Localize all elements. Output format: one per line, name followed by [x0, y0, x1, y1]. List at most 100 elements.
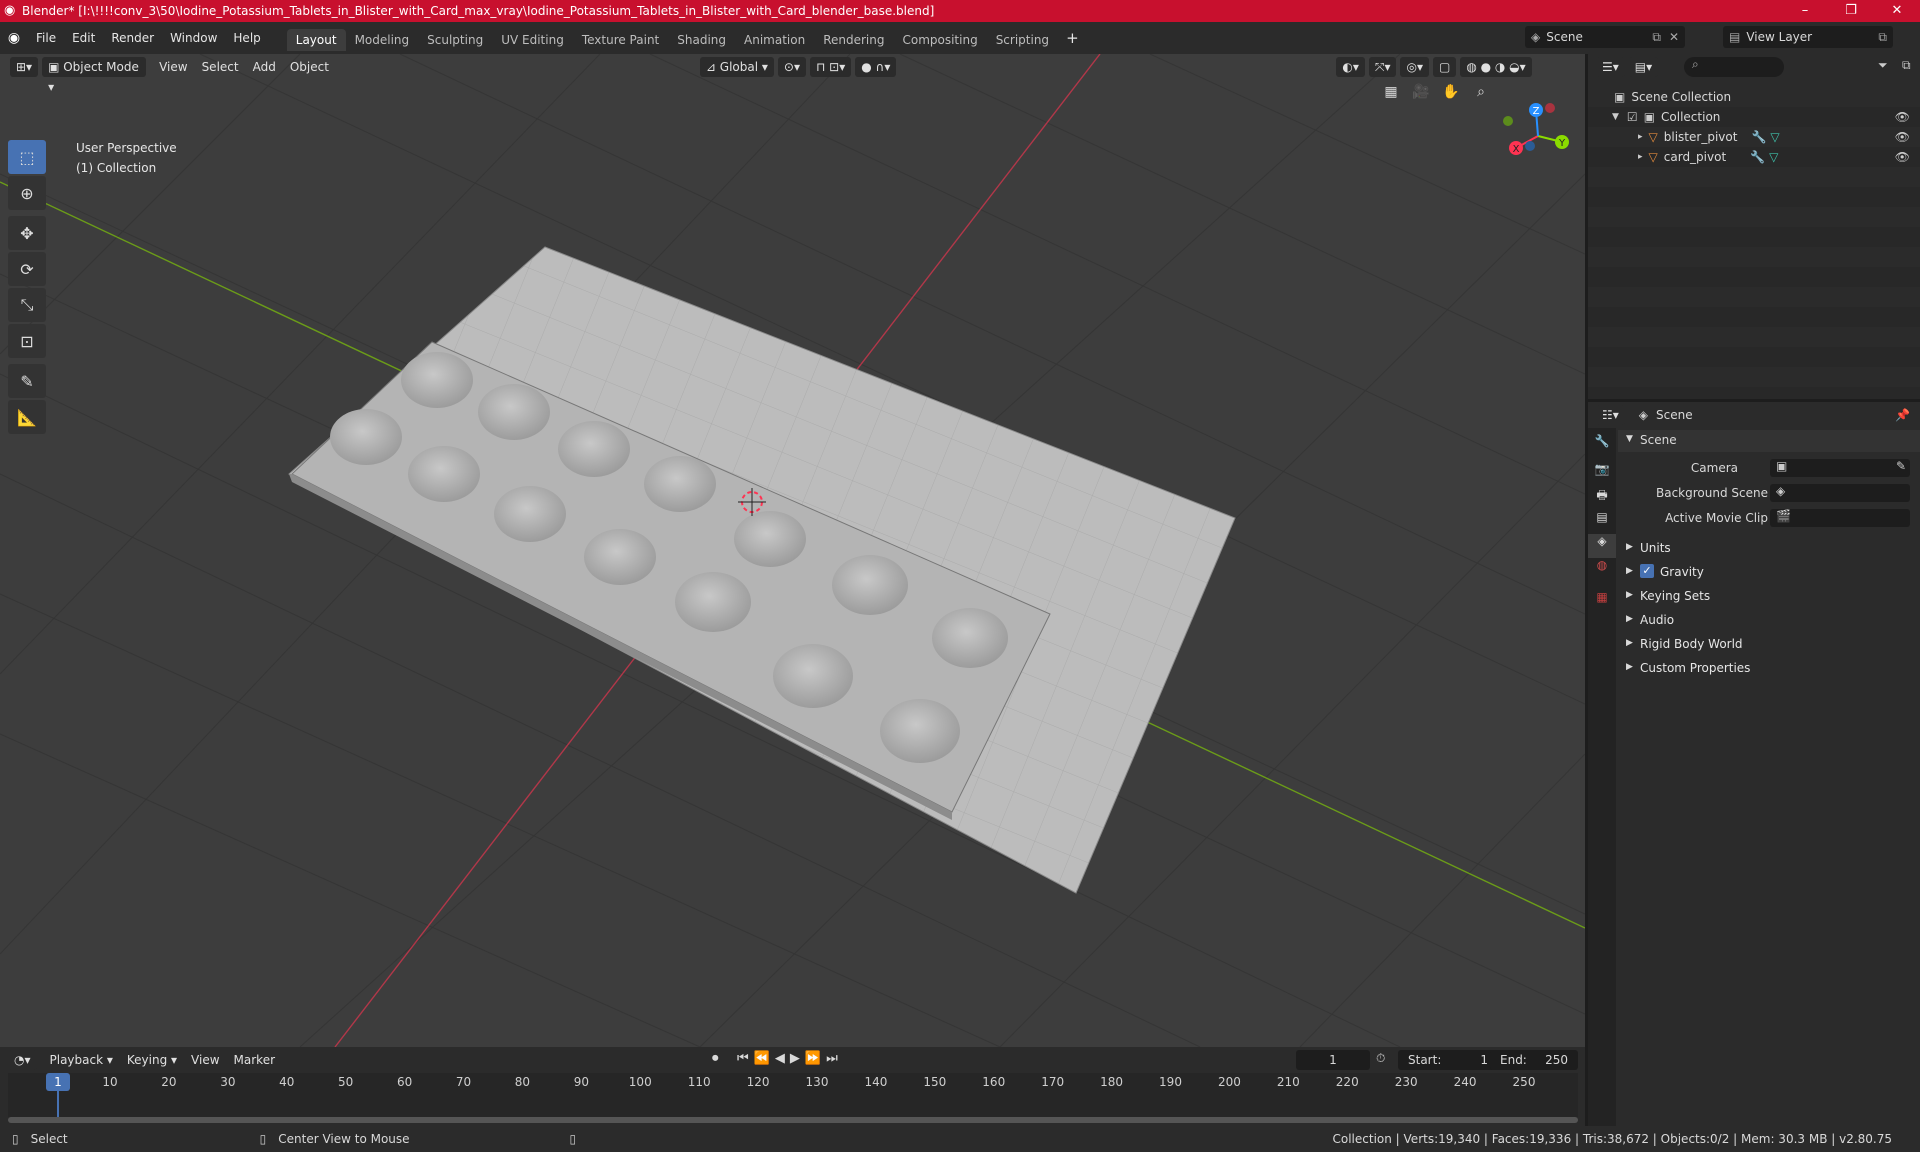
collection-checkbox[interactable]: ☑: [1627, 110, 1638, 124]
add-workspace-button[interactable]: +: [1058, 29, 1087, 47]
tab-scripting[interactable]: Scripting: [987, 29, 1058, 51]
menu-keying[interactable]: Keying ▾: [120, 1053, 184, 1067]
outliner-row-scene-collection[interactable]: ▣ Scene Collection: [1588, 87, 1920, 107]
tab-animation[interactable]: Animation: [735, 29, 814, 51]
gravity-checkbox[interactable]: ✓: [1640, 564, 1654, 578]
outliner-row-card-pivot[interactable]: ▸ ▽ card_pivot 🔧 ▽ 👁: [1588, 147, 1920, 167]
camera-view-icon[interactable]: 🎥: [1410, 84, 1432, 108]
menu-marker[interactable]: Marker: [227, 1053, 282, 1067]
modifier-wrench-icon[interactable]: 🔧: [1750, 150, 1765, 164]
playhead[interactable]: 1: [46, 1073, 70, 1091]
tab-compositing[interactable]: Compositing: [893, 29, 986, 51]
object-mode-dropdown[interactable]: ▣ Object Mode ▾: [42, 57, 147, 94]
gizmo-toggle-icon[interactable]: ⤧▾: [1368, 57, 1397, 77]
world-tab-icon[interactable]: ◍: [1588, 558, 1616, 582]
transform-orientation-dropdown[interactable]: ⊿ Global ▾: [699, 57, 774, 77]
menu-select[interactable]: Select: [195, 60, 246, 74]
display-mode-icon[interactable]: ▤▾: [1628, 57, 1659, 77]
keying-sets-section[interactable]: ▶ Keying Sets: [1618, 586, 1920, 608]
zoom-icon[interactable]: ⌕: [1470, 84, 1492, 108]
texture-tab-icon[interactable]: ▦: [1588, 590, 1616, 614]
record-icon[interactable]: ⏺: [712, 1051, 719, 1066]
eyedropper-icon[interactable]: ✎: [1896, 459, 1906, 473]
grid-view-icon[interactable]: ▦: [1380, 84, 1402, 108]
pan-hand-icon[interactable]: ✋: [1440, 84, 1462, 108]
filter-icon[interactable]: ⏷: [1878, 58, 1888, 73]
tool-tab-icon[interactable]: 🔧: [1588, 434, 1616, 458]
rigid-body-world-section[interactable]: ▶ Rigid Body World: [1618, 634, 1920, 656]
clock-icon[interactable]: ⏱: [1376, 1051, 1385, 1066]
pivot-point-icon[interactable]: ⊙▾: [777, 57, 806, 77]
menu-playback[interactable]: Playback ▾: [43, 1053, 120, 1067]
eye-icon[interactable]: 👁: [1895, 130, 1910, 144]
timeline-scrollbar[interactable]: [8, 1117, 1578, 1123]
pin-icon[interactable]: 📌: [1895, 408, 1910, 422]
mesh-data-icon[interactable]: ▽: [1770, 130, 1779, 144]
scene-selector[interactable]: ◈ Scene ⧉ ✕: [1525, 26, 1685, 48]
modifier-wrench-icon[interactable]: 🔧: [1751, 130, 1766, 144]
measure-icon[interactable]: 📐: [8, 400, 46, 434]
menu-timeline-view[interactable]: View: [184, 1053, 226, 1067]
scale-icon[interactable]: ⤡: [8, 288, 46, 322]
tab-uv-editing[interactable]: UV Editing: [492, 29, 573, 51]
proportional-edit-icon[interactable]: ● ∩▾: [855, 57, 897, 77]
menu-view[interactable]: View: [152, 60, 194, 74]
tab-layout[interactable]: Layout: [286, 29, 346, 51]
annotate-icon[interactable]: ✎: [8, 364, 46, 398]
mesh-data-icon[interactable]: ▽: [1769, 150, 1778, 164]
overlays-icon[interactable]: ◎▾: [1400, 57, 1429, 77]
shading-modes-icon[interactable]: ◍ ● ◑ ◒▾: [1460, 57, 1532, 77]
audio-section[interactable]: ▶ Audio: [1618, 610, 1920, 632]
menu-render[interactable]: Render: [103, 31, 162, 45]
current-frame-field[interactable]: 1: [1296, 1050, 1370, 1070]
gravity-section[interactable]: ▶ ✓ Gravity: [1618, 562, 1920, 584]
visibility-icon[interactable]: ◐▾: [1336, 57, 1365, 77]
minimize-button[interactable]: –: [1782, 0, 1828, 22]
tab-sculpting[interactable]: Sculpting: [418, 29, 492, 51]
background-scene-field[interactable]: ◈: [1770, 484, 1910, 502]
camera-field[interactable]: ▣ ✎: [1770, 459, 1910, 477]
menu-edit[interactable]: Edit: [64, 31, 103, 45]
playback-controls[interactable]: ⏮⏪◀▶⏩⏭: [737, 1051, 843, 1066]
outliner-row-collection[interactable]: ▼ ☑ ▣ Collection 👁: [1588, 107, 1920, 127]
menu-window[interactable]: Window: [162, 31, 225, 45]
maximize-button[interactable]: ❐: [1828, 0, 1874, 22]
cursor-icon[interactable]: ⊕: [8, 176, 46, 210]
tab-texture-paint[interactable]: Texture Paint: [573, 29, 668, 51]
view-layer-selector[interactable]: ▤ View Layer ⧉: [1723, 26, 1893, 48]
editor-type-icon[interactable]: ⊞▾: [10, 57, 39, 77]
start-frame-field[interactable]: Start: 1: [1398, 1050, 1498, 1070]
custom-properties-section[interactable]: ▶ Custom Properties: [1618, 658, 1920, 680]
outliner-editor-type-icon[interactable]: ☰▾: [1596, 57, 1625, 77]
timeline-editor-type-icon[interactable]: ◔▾: [8, 1050, 37, 1070]
new-view-layer-icon[interactable]: ⧉: [1878, 30, 1887, 45]
scene-tab-icon[interactable]: ◈: [1588, 534, 1616, 558]
end-frame-field[interactable]: End: 250: [1490, 1050, 1578, 1070]
outliner-row-blister-pivot[interactable]: ▸ ▽ blister_pivot 🔧 ▽ 👁: [1588, 127, 1920, 147]
rotate-icon[interactable]: ⟳: [8, 252, 46, 286]
menu-help[interactable]: Help: [225, 31, 268, 45]
collapse-arrow-icon[interactable]: ▼: [1612, 112, 1619, 122]
blender-menu-icon[interactable]: ◉: [0, 30, 28, 46]
outliner-search-input[interactable]: ⌕: [1684, 57, 1784, 77]
move-icon[interactable]: ✥: [8, 216, 46, 250]
tab-rendering[interactable]: Rendering: [814, 29, 893, 51]
new-collection-icon[interactable]: ⧉: [1902, 58, 1911, 73]
scene-panel-header[interactable]: ▼ Scene: [1618, 430, 1920, 452]
eye-icon[interactable]: 👁: [1895, 110, 1910, 124]
tab-shading[interactable]: Shading: [668, 29, 735, 51]
new-scene-icon[interactable]: ⧉: [1652, 30, 1661, 45]
menu-add[interactable]: Add: [246, 60, 283, 74]
expand-arrow-icon[interactable]: ▸: [1638, 152, 1643, 162]
xray-icon[interactable]: ▢: [1432, 57, 1457, 77]
properties-editor-type-icon[interactable]: ☷▾: [1596, 405, 1625, 425]
delete-scene-icon[interactable]: ✕: [1669, 30, 1679, 44]
active-movie-clip-field[interactable]: 🎬: [1770, 509, 1910, 527]
tab-modeling[interactable]: Modeling: [346, 29, 419, 51]
select-box-icon[interactable]: ⬚: [8, 140, 46, 174]
3d-viewport[interactable]: ⊞▾ ▣ Object Mode ▾ View Select Add Objec…: [0, 54, 1585, 1047]
snap-icon[interactable]: ⊓ ⊡▾: [810, 57, 852, 77]
expand-arrow-icon[interactable]: ▸: [1638, 132, 1643, 142]
transform-icon[interactable]: ⊡: [8, 324, 46, 358]
units-section[interactable]: ▶ Units: [1618, 538, 1920, 560]
